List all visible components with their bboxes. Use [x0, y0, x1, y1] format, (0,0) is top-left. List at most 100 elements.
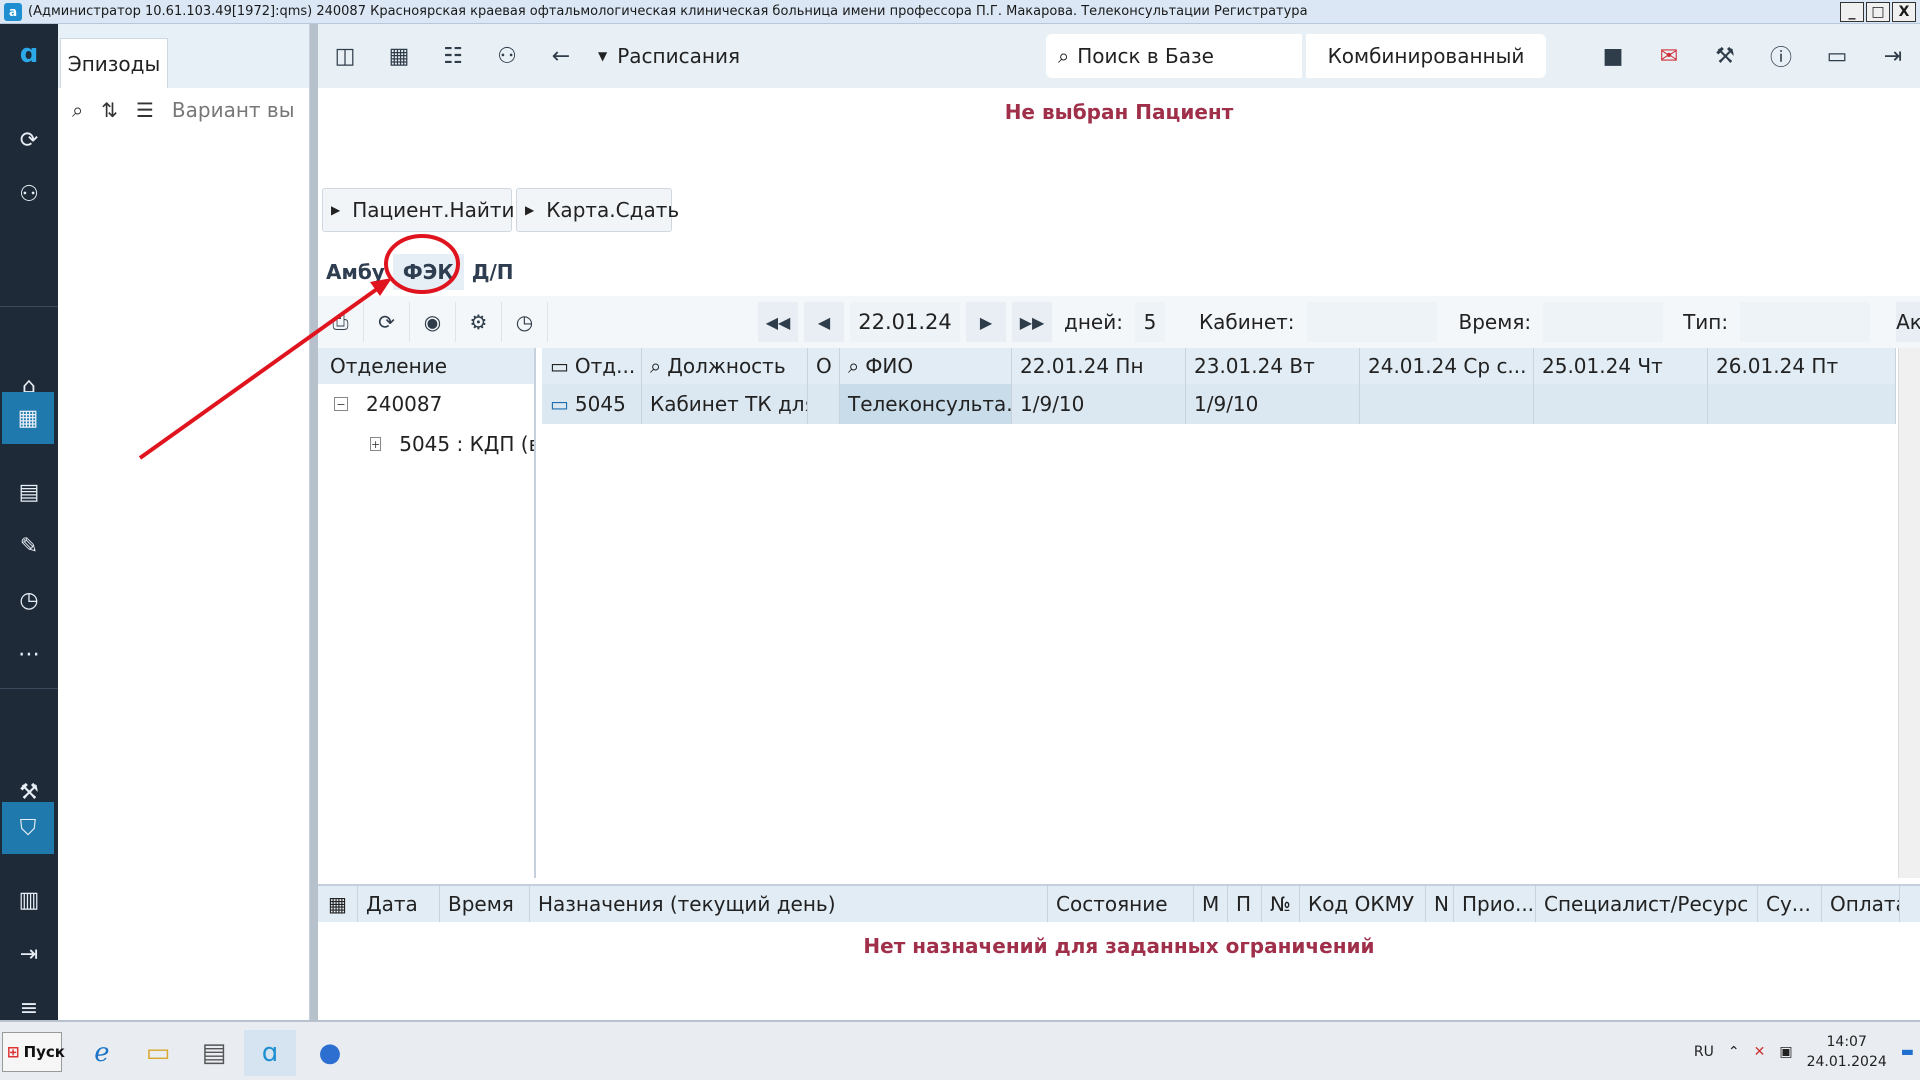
filter-icon[interactable]: ☰ — [136, 98, 154, 122]
col-day-2[interactable]: 23.01.24 Вт — [1186, 348, 1360, 384]
col-time[interactable]: Время — [440, 886, 530, 922]
variant-input[interactable]: Вариант вы — [172, 98, 295, 122]
schedule-dropdown[interactable]: ▼ Расписания — [598, 44, 740, 68]
col-p[interactable]: П — [1228, 886, 1262, 922]
col-priority[interactable]: Прио... — [1454, 886, 1536, 922]
cell-day-3[interactable] — [1360, 384, 1534, 424]
list-icon[interactable]: ☷ — [426, 36, 480, 76]
add-user-icon[interactable]: ⚇ — [0, 170, 58, 218]
calendar-small-icon[interactable]: ▥ — [0, 876, 58, 924]
show-desktop-icon[interactable]: ▬ — [1901, 1044, 1914, 1060]
collapse-icon[interactable]: − — [334, 397, 348, 411]
calendar-icon[interactable]: ▦ — [318, 886, 358, 922]
col-day-1[interactable]: 22.01.24 Пн — [1012, 348, 1186, 384]
col-date[interactable]: Дата — [358, 886, 440, 922]
logout-icon[interactable]: ⇥ — [0, 930, 58, 978]
col-position[interactable]: ⌕ Должность — [642, 348, 808, 384]
shield-icon[interactable]: ⛉ — [2, 802, 54, 854]
col-assignment[interactable]: Назначения (текущий день) — [530, 886, 1048, 922]
logo-icon[interactable]: ɑ — [0, 30, 58, 78]
print-icon[interactable]: ⎙ — [318, 302, 364, 342]
first-page-icon[interactable]: ◀◀ — [758, 302, 798, 342]
col-okmu[interactable]: Код ОКМУ — [1300, 886, 1426, 922]
user-circle-icon[interactable]: ◉ — [410, 302, 456, 342]
tree-node-root[interactable]: − 240087 — [318, 384, 534, 424]
col-day-5[interactable]: 26.01.24 Пт — [1708, 348, 1896, 384]
window-icon[interactable]: ▭ — [1810, 36, 1864, 76]
exit-icon[interactable]: ⇥ — [1866, 36, 1920, 76]
col-specialist[interactable]: Специалист/Ресурс — [1536, 886, 1758, 922]
id-card-icon[interactable]: ▤ — [0, 468, 58, 516]
col-su[interactable]: Су... — [1758, 886, 1822, 922]
col-day-3[interactable]: 24.01.24 Ср с... — [1360, 348, 1534, 384]
globe-icon[interactable]: ● — [304, 1030, 356, 1076]
panel-toggle-icon[interactable]: ◫ — [318, 36, 372, 76]
col-state[interactable]: Состояние — [1048, 886, 1194, 922]
video-camera-icon[interactable]: ■ — [1586, 36, 1640, 76]
date-field[interactable]: 22.01.24 — [850, 302, 960, 342]
expand-icon[interactable]: + — [370, 437, 382, 451]
close-button[interactable]: X — [1892, 2, 1916, 22]
grid-icon[interactable]: ▦ — [372, 36, 426, 76]
sync-icon[interactable]: ⟳ — [0, 116, 58, 164]
next-icon[interactable]: ▶ — [966, 302, 1006, 342]
search-mode-select[interactable]: Комбинированный — [1306, 34, 1546, 78]
table-row[interactable]: ▭5045 Кабинет ТК для г... Телеконсульта.… — [542, 384, 1896, 424]
refresh-icon[interactable]: ⟳ — [364, 302, 410, 342]
start-button[interactable]: ⊞ Пуск — [2, 1032, 65, 1072]
search-icon[interactable]: ⌕ — [72, 98, 83, 122]
info-icon[interactable]: ⓘ — [1754, 36, 1808, 76]
cell-day-2[interactable]: 1/9/10 — [1186, 384, 1360, 424]
schedule-scrollbar[interactable] — [1898, 348, 1920, 878]
folder-icon[interactable]: ▭ — [132, 1030, 184, 1076]
qms-app-icon[interactable]: ɑ — [244, 1030, 296, 1076]
days-input[interactable]: 5 — [1134, 302, 1165, 342]
network-icon[interactable]: ▣ — [1779, 1044, 1792, 1060]
tree-node-child[interactable]: + 5045 : КДП (в — [318, 424, 534, 464]
find-patient-button[interactable]: ▶ Пациент.Найти — [322, 188, 514, 232]
tab-ambu[interactable]: Амбу — [318, 260, 393, 284]
col-dept[interactable]: ▭ Отд... — [542, 348, 642, 384]
give-card-button[interactable]: ▶ Карта.Сдать — [516, 188, 679, 232]
person-icon[interactable]: ⚇ — [480, 36, 534, 76]
minimize-button[interactable]: _ — [1840, 2, 1864, 22]
col-o[interactable]: О — [808, 348, 840, 384]
tray-expand-icon[interactable]: ⌃ — [1728, 1044, 1740, 1060]
type-input[interactable] — [1740, 302, 1871, 342]
col-n[interactable]: N — [1426, 886, 1454, 922]
settings-icon[interactable]: ⚙ — [456, 302, 502, 342]
tab-fek[interactable]: ФЭК — [392, 254, 464, 290]
col-num[interactable]: № — [1262, 886, 1300, 922]
calendar-icon[interactable]: ▦ — [2, 392, 54, 444]
more-icon[interactable]: ⋯ — [0, 630, 58, 678]
sort-icon[interactable]: ⇅ — [101, 98, 118, 122]
cabinet-input[interactable] — [1306, 302, 1437, 342]
active-toggle[interactable]: Активк — [1896, 302, 1920, 342]
ie-icon[interactable]: ℯ — [76, 1030, 128, 1076]
clipboard-icon[interactable]: ✎ — [0, 522, 58, 570]
time-input[interactable] — [1543, 302, 1664, 342]
cell-day-1[interactable]: 1/9/10 — [1012, 384, 1186, 424]
history-icon[interactable]: ◷ — [0, 576, 58, 624]
maximize-button[interactable]: □ — [1866, 2, 1890, 22]
last-page-icon[interactable]: ▶▶ — [1012, 302, 1052, 342]
cell-day-4[interactable] — [1534, 384, 1708, 424]
col-day-4[interactable]: 25.01.24 Чт — [1534, 348, 1708, 384]
notepad-icon[interactable]: ▤ — [188, 1030, 240, 1076]
col-payment[interactable]: Оплата — [1822, 886, 1900, 922]
wrench-icon[interactable]: ⚒ — [1698, 36, 1752, 76]
tab-dp[interactable]: Д/П — [464, 260, 522, 284]
document-clock-icon[interactable]: ◷ — [502, 302, 548, 342]
clock[interactable]: 14:07 24.01.2024 — [1807, 1032, 1887, 1072]
col-fio[interactable]: ⌕ ФИО — [840, 348, 1012, 384]
back-arrow-icon[interactable]: ← — [534, 36, 588, 76]
language-indicator[interactable]: RU — [1694, 1044, 1714, 1060]
tab-episodes[interactable]: Эпизоды — [60, 38, 168, 88]
col-m[interactable]: М — [1194, 886, 1228, 922]
mail-alert-icon[interactable]: ✉ — [1642, 36, 1696, 76]
prev-icon[interactable]: ◀ — [804, 302, 844, 342]
cell-day-5[interactable] — [1708, 384, 1896, 424]
panel-splitter[interactable] — [310, 24, 318, 1020]
search-input[interactable]: ⌕ Поиск в Базе — [1046, 34, 1302, 78]
network-alert-icon[interactable]: ✕ — [1754, 1044, 1766, 1060]
